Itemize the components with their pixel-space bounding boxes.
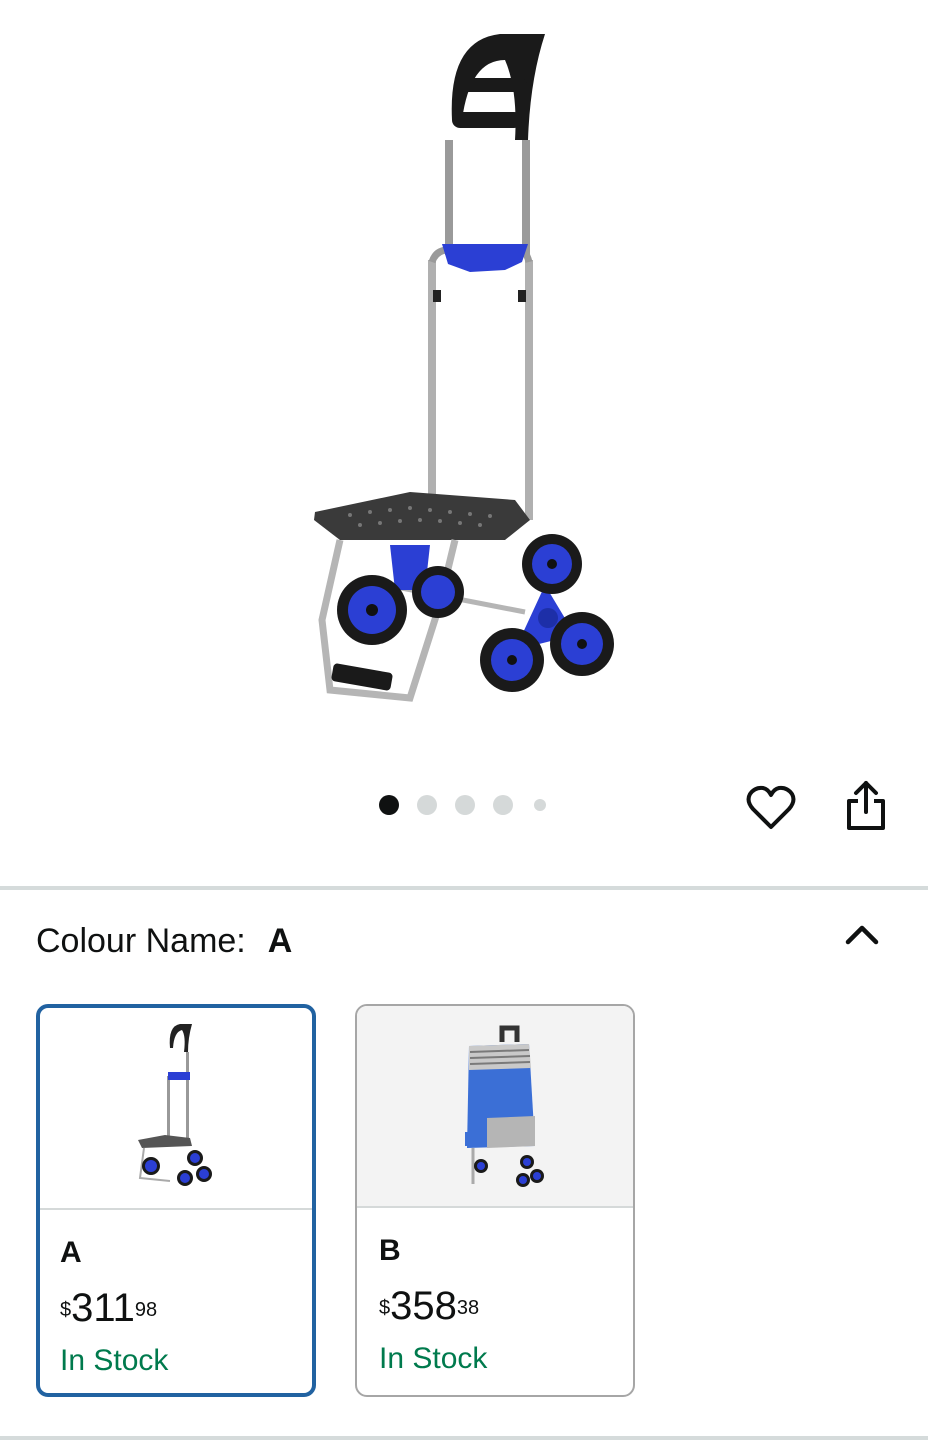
carousel-dot[interactable] <box>493 795 513 815</box>
carousel-dot[interactable] <box>417 795 437 815</box>
variant-name: B <box>379 1234 401 1267</box>
variant-option-a[interactable]: A $31198 In Stock <box>36 1004 316 1397</box>
product-image[interactable] <box>0 0 928 760</box>
heart-outline-icon <box>746 785 796 829</box>
variant-selected-value: A <box>267 922 293 960</box>
trolley-thumbnail <box>138 1024 212 1186</box>
variant-label: Colour Name: <box>36 922 246 960</box>
stock-status: In Stock <box>60 1344 169 1377</box>
carousel-dot[interactable] <box>534 799 546 811</box>
variant-label-row: Colour Name: A <box>36 922 292 961</box>
variant-thumbnail <box>40 1008 312 1210</box>
carousel-dot[interactable] <box>455 795 475 815</box>
variant-name: A <box>60 1236 82 1269</box>
variant-price: $31198 <box>60 1286 158 1330</box>
variant-price: $35838 <box>379 1284 480 1328</box>
share-button[interactable] <box>838 778 894 834</box>
trolley-illustration <box>314 34 614 702</box>
stock-status: In Stock <box>379 1342 488 1375</box>
variant-thumbnail <box>357 1006 633 1208</box>
bag-trolley-thumbnail <box>465 1025 544 1187</box>
share-icon <box>847 781 885 830</box>
section-divider <box>0 1436 928 1440</box>
variant-option-b[interactable]: B $35838 In Stock <box>355 1004 635 1397</box>
collapse-variants-button[interactable] <box>840 914 884 954</box>
carousel-dot-active[interactable] <box>379 795 399 815</box>
section-divider <box>0 886 928 890</box>
wishlist-button[interactable] <box>743 780 799 836</box>
chevron-up-icon <box>845 925 879 945</box>
